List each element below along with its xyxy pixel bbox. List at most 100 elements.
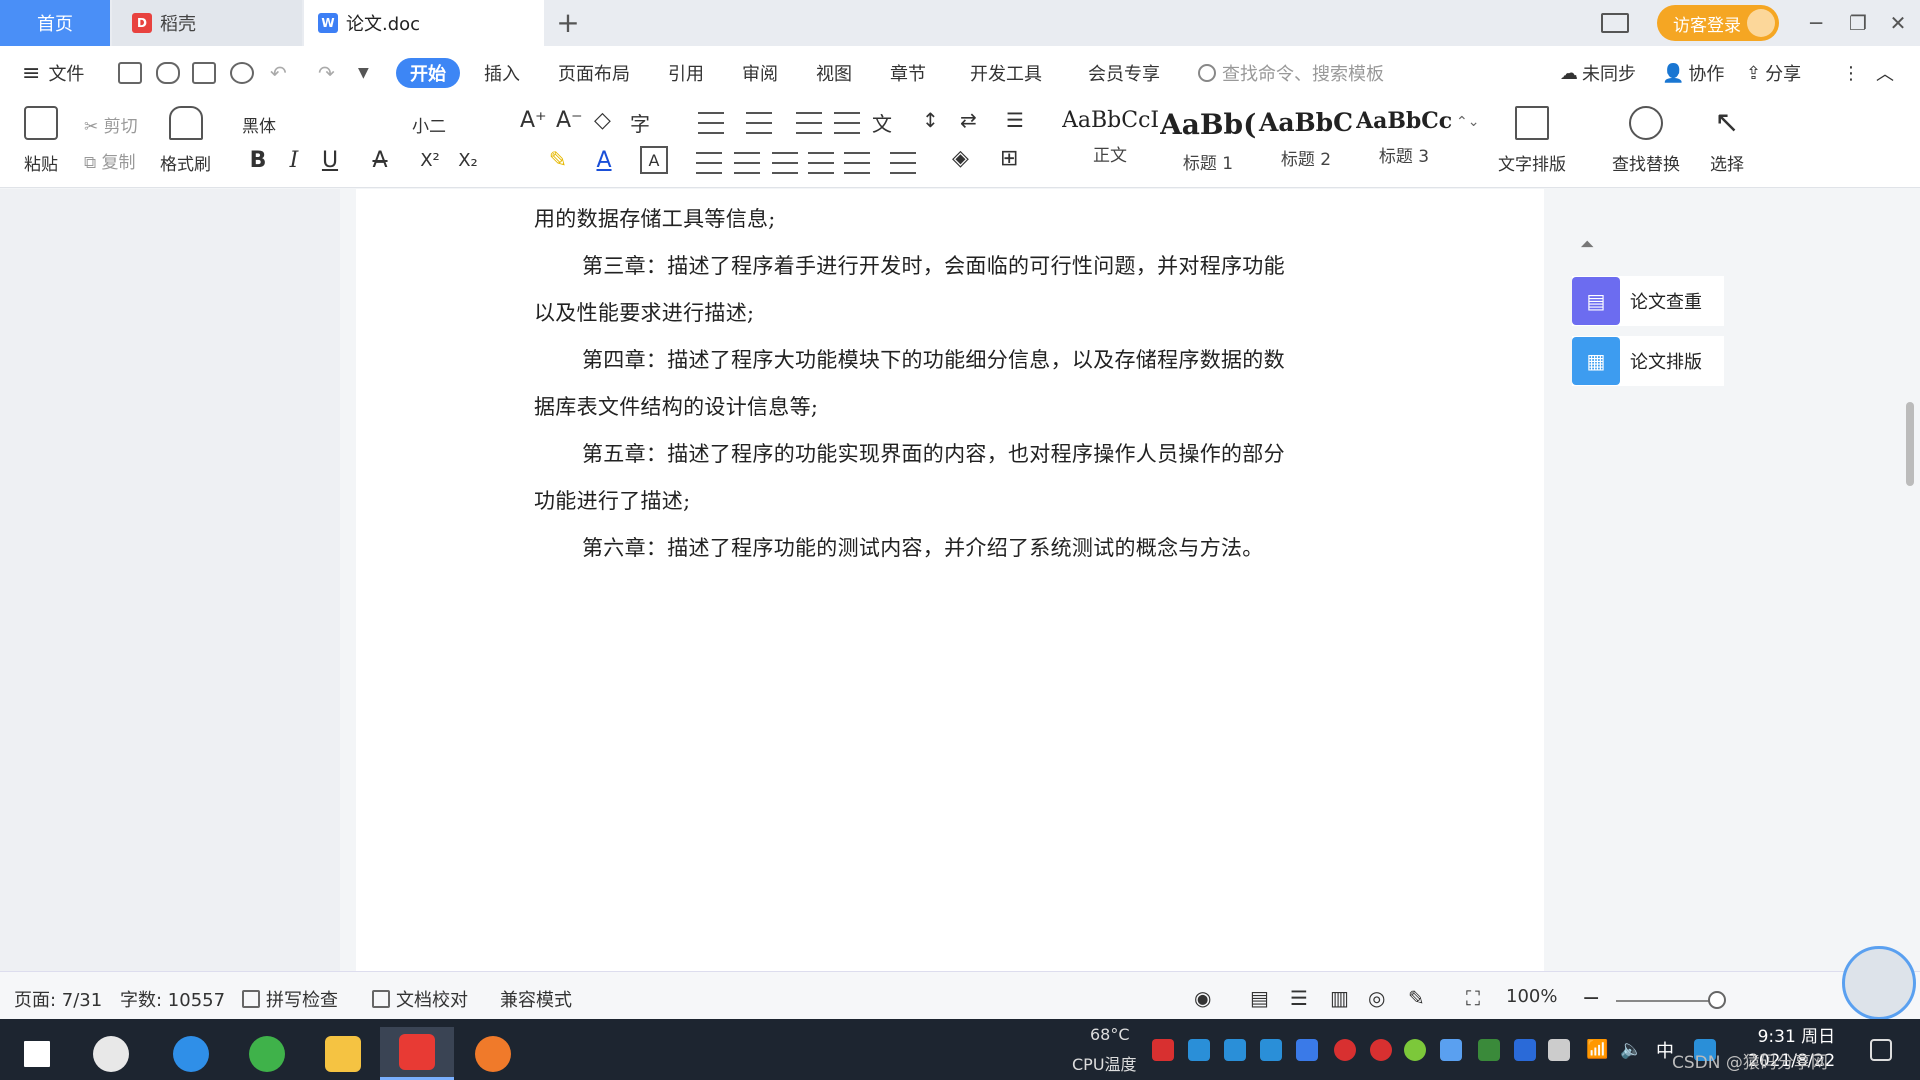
tab-document[interactable]: W 论文.doc: [304, 0, 544, 46]
collab-button[interactable]: 👤 协作: [1662, 58, 1724, 88]
doc-line[interactable]: 第五章：描述了程序的功能实现界面的内容，也对程序操作人员操作的部分: [582, 438, 1285, 468]
tab-dev-tools[interactable]: 开发工具: [970, 58, 1042, 88]
bluetooth-icon[interactable]: [1514, 1039, 1536, 1061]
tab-review[interactable]: 审阅: [742, 58, 778, 88]
doc-line[interactable]: 第三章：描述了程序着手进行开发时，会面临的可行性问题，并对程序功能: [582, 250, 1285, 280]
zoom-slider-track[interactable]: [1616, 1000, 1716, 1002]
tray-app-icon[interactable]: [1260, 1039, 1282, 1061]
chinese-layout-icon[interactable]: 文: [872, 108, 892, 137]
cut-button[interactable]: ✂ 剪切: [84, 112, 138, 137]
align-left-icon[interactable]: [696, 152, 722, 174]
clear-format-icon[interactable]: ◇: [594, 108, 611, 133]
numbered-list-icon[interactable]: [746, 112, 772, 134]
print-preview-icon[interactable]: [230, 62, 254, 84]
paper-layout-button[interactable]: ▦ 论文排版: [1572, 336, 1724, 386]
zoom-level[interactable]: 100%: [1506, 986, 1557, 1007]
volume-icon[interactable]: 🔈: [1620, 1039, 1642, 1061]
shrink-font-icon[interactable]: A⁻: [556, 108, 583, 133]
fit-page-icon[interactable]: ⛶: [1466, 986, 1480, 1010]
style-normal[interactable]: AaBbCcI 正文: [1062, 108, 1158, 178]
style-heading-1[interactable]: AaBb( 标题 1: [1160, 108, 1256, 178]
tab-chapter[interactable]: 章节: [890, 58, 926, 88]
doc-line[interactable]: 用的数据存储工具等信息;: [534, 203, 776, 233]
tray-app-icon[interactable]: [1440, 1039, 1462, 1061]
share-button[interactable]: ⇪ 分享: [1746, 58, 1801, 88]
command-search[interactable]: 查找命令、搜索模板: [1198, 58, 1384, 88]
copy-button[interactable]: ⧉ 复制: [84, 148, 136, 173]
outline-view-icon[interactable]: ☰: [1290, 986, 1308, 1010]
format-painter-button[interactable]: 格式刷: [160, 106, 211, 175]
visitor-login-button[interactable]: 访客登录: [1657, 5, 1779, 41]
find-replace-button[interactable]: 查找替换: [1612, 106, 1680, 175]
print-icon[interactable]: [192, 62, 216, 84]
doc-line[interactable]: 以及性能要求进行描述;: [534, 297, 754, 327]
file-menu[interactable]: ≡ 文件: [22, 58, 84, 88]
battery-icon[interactable]: [1548, 1039, 1570, 1061]
minimize-button[interactable]: ─: [1794, 0, 1838, 46]
page-indicator[interactable]: 页面: 7/31: [14, 986, 102, 1012]
doc-line[interactable]: 第六章：描述了程序功能的测试内容，并介绍了系统测试的概念与方法。: [582, 532, 1264, 562]
document-page[interactable]: 用的数据存储工具等信息; 第三章：描述了程序着手进行开发时，会面临的可行性问题，…: [356, 189, 1544, 971]
strikethrough-icon[interactable]: A: [366, 146, 394, 174]
tab-start[interactable]: 开始: [396, 58, 460, 88]
zoom-out-icon[interactable]: −: [1582, 986, 1600, 1011]
web-view-icon[interactable]: ◎: [1368, 986, 1385, 1010]
tab-home[interactable]: 首页: [0, 0, 110, 46]
sort-icon[interactable]: ↕: [922, 108, 939, 132]
text-layout-button[interactable]: 文字排版: [1498, 106, 1566, 175]
qq-icon[interactable]: [1370, 1039, 1392, 1061]
styles-scroll-icon[interactable]: ⌃⌄: [1456, 114, 1479, 130]
style-heading-3[interactable]: AaBbCcl 标题 3: [1356, 108, 1452, 178]
doc-line[interactable]: 第四章：描述了程序大功能模块下的功能细分信息，以及存储程序数据的数: [582, 344, 1285, 374]
output-icon[interactable]: [156, 62, 180, 84]
360-browser-icon[interactable]: [230, 1027, 304, 1080]
justify-icon[interactable]: [808, 152, 834, 174]
style-heading-2[interactable]: AaBbC 标题 2: [1258, 108, 1354, 178]
notification-icon[interactable]: [1870, 1039, 1892, 1061]
qq-icon[interactable]: [1334, 1039, 1356, 1061]
pen-icon[interactable]: ✎: [1408, 986, 1425, 1010]
redo-icon[interactable]: ↷: [318, 58, 335, 88]
decrease-indent-icon[interactable]: [796, 112, 822, 134]
tab-member[interactable]: 会员专享: [1088, 58, 1160, 88]
align-right-icon[interactable]: [772, 152, 798, 174]
windows-start-icon[interactable]: [0, 1027, 74, 1080]
doc-line[interactable]: 功能进行了描述;: [534, 485, 690, 515]
tray-app-icon[interactable]: [1152, 1039, 1174, 1061]
italic-button[interactable]: I: [280, 146, 308, 174]
line-spacing-icon[interactable]: [890, 152, 916, 174]
tray-app-icon[interactable]: [1224, 1039, 1246, 1061]
paste-button[interactable]: 粘贴: [24, 106, 58, 175]
tray-app-icon[interactable]: [1404, 1039, 1426, 1061]
word-count[interactable]: 字数: 10557: [120, 986, 225, 1012]
tray-app-icon[interactable]: [1188, 1039, 1210, 1061]
distributed-align-icon[interactable]: [844, 152, 870, 174]
page-view-icon[interactable]: ▤: [1250, 986, 1269, 1010]
assistant-avatar[interactable]: [1842, 946, 1916, 1020]
vertical-scrollbar[interactable]: [1906, 402, 1914, 486]
collapse-side-icon[interactable]: ⏶: [1580, 234, 1594, 255]
tab-view[interactable]: 视图: [816, 58, 852, 88]
pinyin-guide-icon[interactable]: 字: [630, 108, 650, 137]
ie-browser-icon[interactable]: [154, 1027, 228, 1080]
wifi-icon[interactable]: 📶: [1586, 1039, 1608, 1061]
shading-icon[interactable]: ◈: [952, 146, 969, 171]
zoom-slider-knob[interactable]: [1708, 991, 1726, 1009]
tab-daoke[interactable]: D 稻壳: [112, 0, 302, 46]
collapse-ribbon-icon[interactable]: ︿: [1876, 58, 1894, 88]
bullet-list-icon[interactable]: [698, 112, 724, 134]
show-marks-icon[interactable]: ⇄: [960, 108, 977, 132]
increase-indent-icon[interactable]: [834, 112, 860, 134]
restore-button[interactable]: ❐: [1836, 0, 1880, 46]
reading-view-icon[interactable]: ▥: [1330, 986, 1349, 1010]
eye-protection-icon[interactable]: ◉: [1194, 986, 1211, 1010]
recording-app-icon[interactable]: [456, 1027, 530, 1080]
nvidia-icon[interactable]: [1478, 1039, 1500, 1061]
tab-reference[interactable]: 引用: [668, 58, 704, 88]
save-icon[interactable]: [118, 62, 142, 84]
bold-button[interactable]: B: [244, 146, 272, 174]
close-button[interactable]: ✕: [1876, 0, 1920, 46]
char-border-icon[interactable]: A: [640, 146, 668, 174]
spell-check-button[interactable]: 拼写检查: [242, 986, 338, 1012]
grow-font-icon[interactable]: A⁺: [520, 108, 547, 133]
